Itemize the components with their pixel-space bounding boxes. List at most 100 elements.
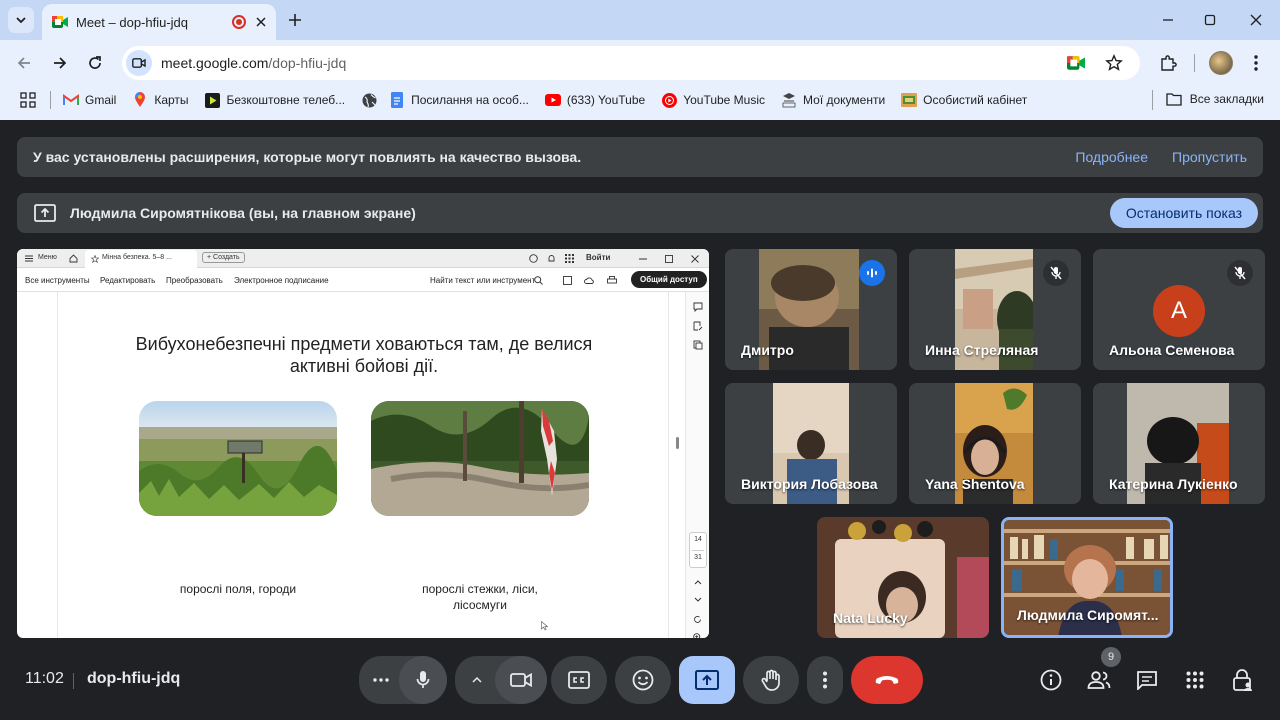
audio-options-button[interactable] [359,656,403,704]
participant-tile-alona[interactable]: A Альона Семенова [1093,249,1265,370]
docs-icon [389,92,405,108]
back-button[interactable] [12,51,36,75]
more-vertical-icon [1254,55,1258,71]
bookmark-globe[interactable] [361,92,377,108]
bookmark-star-button[interactable] [1102,51,1126,75]
address-bar[interactable]: meet.google.com/dop-hfiu-jdq [122,46,1140,80]
site-info-button[interactable] [126,50,152,76]
close-tab-icon[interactable] [256,17,266,27]
youtube-icon [544,92,561,108]
apps-grid-icon[interactable] [20,92,36,108]
bookmark-my-documents[interactable]: Мої документи [781,92,885,108]
presenting-banner: Людмила Сиромятнікова (вы, на главном эк… [17,193,1263,233]
chat-button[interactable] [1132,665,1162,695]
bookmark-label: Безкоштовне телеб... [226,93,346,107]
people-icon [1087,671,1111,689]
extensions-button[interactable] [1156,51,1180,75]
shared-screen: Меню Мінна безпека. 5–8 ... + Создать Во… [17,249,709,638]
participant-tile-kateryna[interactable]: Катерина Лукіенко [1093,383,1265,504]
meeting-code: dop-hfiu-jdq [87,670,181,687]
browser-menu-button[interactable] [1244,51,1268,75]
muted-icon [1227,260,1253,286]
captions-button[interactable] [551,656,607,704]
skip-link[interactable]: Пропустить [1172,149,1247,165]
shared-doc-tab: Мінна безпека. 5–8 ... [102,254,172,261]
new-tab-button[interactable] [284,9,306,31]
participant-tile-dmytro[interactable]: Дмитро [725,249,897,370]
all-bookmarks-button[interactable]: Все закладки [1166,92,1264,106]
muted-icon [1043,260,1069,286]
host-controls-button[interactable] [1228,665,1258,695]
participant-tile-inna[interactable]: Инна Стреляная [909,249,1081,370]
browser-tab-meet[interactable]: Meet – dop-hfiu-jdq [42,4,276,40]
refresh-icon [694,616,701,623]
url-text[interactable]: meet.google.com/dop-hfiu-jdq [161,55,1064,71]
tab-search-button[interactable] [8,7,34,33]
shared-tabs-bar: Меню Мінна безпека. 5–8 ... + Создать Во… [17,249,709,268]
info-icon [1040,669,1062,691]
bookmark-maps[interactable]: Карты [132,92,189,108]
apps-grid-icon [565,254,574,263]
participant-name: Катерина Лукіенко [1109,476,1238,492]
microphone-icon [416,671,430,688]
activities-button[interactable] [1180,665,1210,695]
bookmark-label: (633) YouTube [566,93,646,107]
end-call-icon [875,676,899,684]
minimize-button[interactable] [1156,8,1180,32]
chat-icon [1137,671,1157,690]
microphone-button[interactable] [399,656,447,704]
participant-tile-self[interactable]: Людмила Сиромят... [1001,517,1173,638]
meeting-info-button[interactable] [1036,665,1066,695]
bookmark-gmail[interactable]: Gmail [63,92,116,108]
recording-indicator-icon [232,15,246,29]
reactions-button[interactable] [615,656,671,704]
raise-hand-button[interactable] [743,656,799,704]
lock-person-icon [1233,669,1252,691]
bookmark-youtube[interactable]: (633) YouTube [544,92,646,108]
close-window-button[interactable] [1244,8,1268,32]
photo-forest-path [371,401,589,516]
caption-forest-line1: порослі стежки, ліси, [422,582,538,596]
more-info-link[interactable]: Подробнее [1075,149,1148,165]
forward-button[interactable] [48,51,72,75]
more-vertical-icon [823,671,827,689]
shared-right-tools: 14 31 [685,292,709,638]
participant-tile-viktoria[interactable]: Виктория Лобазова [725,383,897,504]
camera-button[interactable] [495,656,547,704]
documents-icon [781,92,797,108]
stop-presenting-button[interactable]: Остановить показ [1109,198,1258,228]
shared-create-button: + Создать [202,252,245,263]
present-screen-button[interactable] [679,656,735,704]
raise-hand-icon [761,669,780,691]
chevron-down-icon [694,597,702,602]
search-icon [534,276,543,285]
bookmark-personal-link[interactable]: Посилання на особ... [389,92,529,108]
bookmark-youtube-music[interactable]: YouTube Music [661,92,765,108]
minimize-icon [1163,19,1173,21]
profile-avatar[interactable] [1209,51,1233,75]
youtube-music-icon [661,92,677,108]
play-icon [205,92,221,108]
bookmarks-divider [50,91,51,109]
bookmark-personal-cabinet[interactable]: Особистий кабінет [901,92,1027,108]
maximize-button[interactable] [1198,8,1222,32]
folder-icon [1166,93,1182,106]
reload-button[interactable] [83,51,107,75]
meet-extension-button[interactable] [1064,51,1088,75]
shared-slide-page: Вибухонебезпечні предмети ховаються там,… [57,292,669,638]
participant-tile-nata[interactable]: Nata Lucky [817,517,989,638]
more-options-button[interactable] [807,656,843,704]
people-button[interactable] [1084,665,1114,695]
meet-logo-icon [52,16,68,28]
present-screen-icon [34,204,56,222]
bookmark-free-tv[interactable]: Безкоштовне телеб... [205,92,346,108]
edit-icon [693,321,703,331]
slide-title-line2: активні бойові дії. [289,356,439,376]
puzzle-icon [1161,55,1177,71]
leave-call-button[interactable] [851,656,923,704]
star-icon [1105,54,1123,71]
video-options-button[interactable] [455,656,499,704]
participant-tile-yana[interactable]: Yana Shentova [909,383,1081,504]
gmail-icon [63,92,79,108]
url-host: meet.google.com [161,55,269,71]
